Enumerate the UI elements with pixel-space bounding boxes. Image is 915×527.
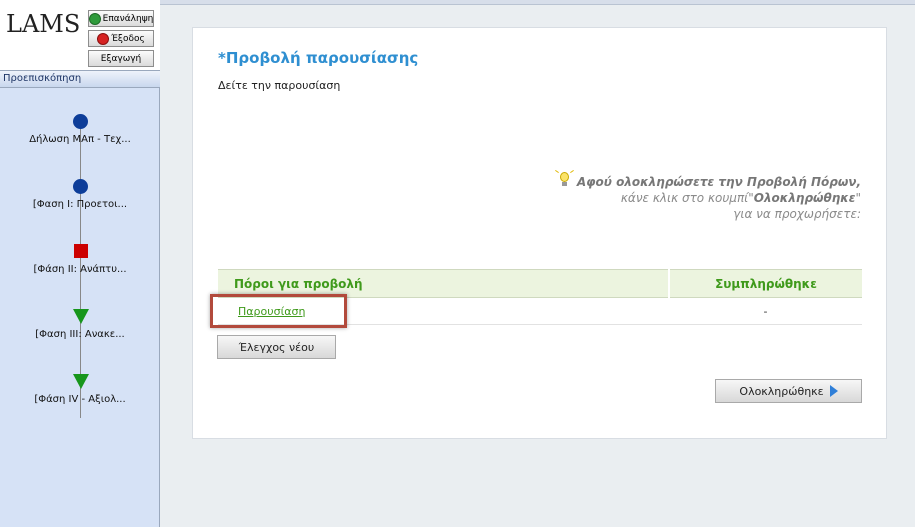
hint-line-2b: Ολοκληρώθηκε xyxy=(753,191,856,205)
export-label: Εξαγωγή xyxy=(100,53,142,64)
finish-label: Ολοκληρώθηκε xyxy=(739,384,824,398)
exit-icon xyxy=(97,32,110,45)
activity-triangle-icon[interactable] xyxy=(73,374,89,389)
finish-button[interactable]: Ολοκληρώθηκε xyxy=(715,379,862,403)
activity-label[interactable]: [Φαση Ι: Προετοι... xyxy=(0,199,160,210)
resources-table: Πόροι για προβολή Συμπληρώθηκε Παρουσίασ… xyxy=(218,269,862,325)
exit-button[interactable]: Έξοδος xyxy=(88,30,154,47)
restart-button[interactable]: Επανάληψη xyxy=(88,10,154,27)
resource-link-presentation[interactable]: Παρουσίαση xyxy=(238,305,306,318)
logo-area: LAMS Επανάληψη Έξοδος Εξαγωγή xyxy=(0,0,160,70)
hint-line-2a: κάνε κλικ στο κουμπί" xyxy=(620,191,754,205)
content-panel: *Προβολή παρουσίασης Δείτε την παρουσίασ… xyxy=(192,27,887,439)
hint-line-1: Αφού ολοκληρώσετε την Προβολή Πόρων, xyxy=(576,175,861,189)
restart-label: Επανάληψη xyxy=(102,13,154,24)
activity-label[interactable]: [Φάση ΙV - Αξιολ... xyxy=(0,394,160,405)
preview-bar: Προεπισκόπηση xyxy=(0,70,160,88)
restart-icon xyxy=(88,12,101,25)
export-button[interactable]: Εξαγωγή xyxy=(88,50,154,67)
page-title: *Προβολή παρουσίασης xyxy=(218,49,419,67)
activity-circle-icon[interactable] xyxy=(73,114,88,129)
activity-label[interactable]: [Φάση ΙΙ: Ανάπτυ... xyxy=(0,264,160,275)
top-strip xyxy=(160,0,915,5)
sidebar: LAMS Επανάληψη Έξοδος Εξαγωγή Προεπισκόπ… xyxy=(0,0,160,527)
recheck-label: Έλεγχος νέου xyxy=(238,340,315,354)
lams-logo: LAMS xyxy=(6,10,80,38)
page-description: Δείτε την παρουσίαση xyxy=(218,79,341,92)
activity-triangle-icon[interactable] xyxy=(73,309,89,324)
activity-square-icon[interactable] xyxy=(74,244,88,258)
logo-text: LAMS xyxy=(6,10,81,38)
hint-line-2c: " xyxy=(855,191,861,205)
completed-cell: - xyxy=(669,297,862,325)
hint-line-3: για να προχωρήσετε: xyxy=(733,207,861,221)
table-row: Παρουσίαση - xyxy=(218,297,862,325)
lightbulb-icon xyxy=(554,169,574,188)
recheck-button[interactable]: Έλεγχος νέου xyxy=(217,335,336,359)
column-header-resources: Πόροι για προβολή xyxy=(218,269,670,298)
exit-label: Έξοδος xyxy=(111,33,145,44)
resource-cell: Παρουσίαση xyxy=(218,297,669,325)
activity-label[interactable]: [Φαση ΙΙΙ: Ανακε... xyxy=(0,329,160,340)
completion-hint: Αφού ολοκληρώσετε την Προβολή Πόρων, κάν… xyxy=(461,169,861,222)
column-header-completed: Συμπληρώθηκε xyxy=(669,269,862,298)
activity-label[interactable]: Δήλωση ΜΑπ - Τεχ... xyxy=(0,134,160,145)
activity-circle-icon[interactable] xyxy=(73,179,88,194)
arrow-right-icon xyxy=(829,385,838,397)
